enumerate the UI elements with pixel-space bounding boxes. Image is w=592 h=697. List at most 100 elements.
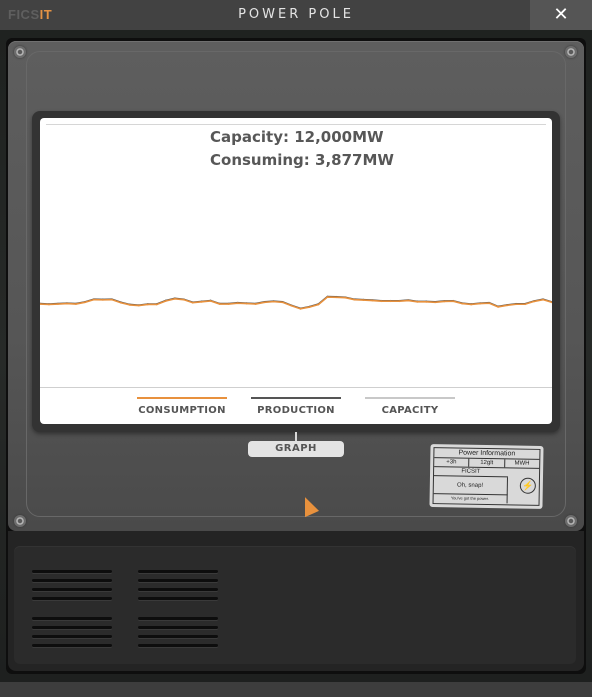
data-point-consumption xyxy=(380,300,383,303)
screw-icon xyxy=(565,515,577,527)
data-point-consumption xyxy=(344,296,347,299)
data-point-consumption xyxy=(164,300,167,302)
data-point-consumption xyxy=(281,301,284,304)
lightning-bolt-icon: ⚡ xyxy=(519,477,536,494)
data-point-consumption xyxy=(236,302,239,305)
screw-icon xyxy=(14,46,26,58)
data-point-consumption xyxy=(119,301,122,304)
data-point-consumption xyxy=(155,303,158,306)
legend-consumption[interactable]: CONSUMPTION xyxy=(137,397,227,416)
data-point-consumption xyxy=(515,303,517,306)
vent-slot xyxy=(138,579,218,582)
info-brand: FICSIT xyxy=(461,468,481,475)
data-point-consumption xyxy=(488,302,491,305)
vent-slot xyxy=(32,626,112,629)
vent-slot xyxy=(138,635,218,638)
data-point-consumption xyxy=(290,304,293,307)
vent-slot xyxy=(138,570,218,573)
legend-production[interactable]: PRODUCTION xyxy=(251,397,341,416)
info-cell: +3h xyxy=(434,458,470,467)
window-title: POWER POLE xyxy=(238,7,354,22)
data-point-consumption xyxy=(533,300,535,303)
data-point-consumption xyxy=(425,300,428,303)
data-point-consumption xyxy=(299,307,302,310)
vent-slot xyxy=(138,644,218,647)
data-point-consumption xyxy=(371,299,374,302)
power-stats: Capacity: 12,000MW Consuming: 3,877MW xyxy=(210,126,394,172)
vent-slot xyxy=(138,617,218,620)
legend-label: CAPACITY xyxy=(381,405,439,416)
legend-label: PRODUCTION xyxy=(257,405,335,416)
data-point-consumption xyxy=(254,303,257,305)
data-point-consumption xyxy=(272,300,275,303)
data-point-consumption xyxy=(398,300,401,303)
data-point-consumption xyxy=(524,303,526,306)
data-point-consumption xyxy=(317,303,320,306)
data-point-consumption xyxy=(434,301,437,304)
data-point-consumption xyxy=(353,298,356,301)
vent-slot xyxy=(32,644,112,647)
data-point-consumption xyxy=(407,299,410,302)
graph-tab-button[interactable]: GRAPH xyxy=(248,441,344,457)
data-point-consumption xyxy=(227,303,230,305)
data-point-consumption xyxy=(137,304,140,307)
legend-separator xyxy=(40,387,552,388)
mouse-cursor-icon xyxy=(305,497,319,521)
vent-slot xyxy=(32,597,112,600)
info-footer: You've got the power. xyxy=(433,494,508,504)
bottom-strip xyxy=(0,682,592,697)
data-point-consumption xyxy=(263,301,266,304)
title-bar: FICSIT POWER POLE ✕ xyxy=(0,0,592,30)
data-point-consumption xyxy=(326,296,329,298)
vent-slot xyxy=(32,570,112,573)
vent-slot xyxy=(138,588,218,591)
legend-capacity[interactable]: CAPACITY xyxy=(365,397,455,416)
data-point-consumption xyxy=(542,298,544,301)
info-cell: 12glt xyxy=(469,458,505,468)
data-point-consumption xyxy=(416,300,419,303)
data-point-consumption xyxy=(101,298,104,301)
data-point-consumption xyxy=(362,299,365,302)
screw-icon xyxy=(565,46,577,58)
data-point-consumption xyxy=(443,300,446,303)
data-point-consumption xyxy=(308,306,311,308)
vent-slot xyxy=(32,588,112,591)
screw-icon xyxy=(14,515,26,527)
vent-slot xyxy=(32,617,112,620)
consuming-text: Consuming: 3,877MW xyxy=(210,151,394,169)
legend-label: CONSUMPTION xyxy=(138,405,226,416)
data-point-consumption xyxy=(209,300,212,302)
data-point-consumption xyxy=(470,303,473,306)
data-point-consumption xyxy=(57,303,59,305)
data-point-consumption xyxy=(128,304,131,306)
data-point-consumption xyxy=(173,297,176,300)
data-point-consumption xyxy=(218,303,221,305)
data-point-consumption xyxy=(389,300,392,303)
vent-slot xyxy=(32,579,112,582)
close-button[interactable]: ✕ xyxy=(530,0,592,30)
data-point-consumption xyxy=(335,296,338,299)
data-point-consumption xyxy=(245,302,248,305)
graph-tab-connector xyxy=(295,432,297,441)
data-point-consumption xyxy=(48,303,50,306)
legend-swatch-consumption xyxy=(137,397,227,399)
vent-slot xyxy=(138,626,218,629)
data-point-consumption xyxy=(84,301,86,304)
data-point-consumption xyxy=(497,305,500,308)
data-point-consumption xyxy=(479,302,482,305)
legend-swatch-capacity xyxy=(365,397,455,399)
legend-swatch-production xyxy=(251,397,341,399)
data-point-consumption xyxy=(182,298,185,301)
info-cell: MWH xyxy=(514,460,530,467)
data-point-consumption xyxy=(66,302,68,305)
capacity-text: Capacity: 12,000MW xyxy=(210,128,384,146)
data-point-consumption xyxy=(110,298,113,301)
power-information-label: Power Information +3h 12glt MWH FICSIT O… xyxy=(429,444,544,509)
data-point-consumption xyxy=(506,304,508,307)
close-icon: ✕ xyxy=(553,4,569,25)
data-point-consumption xyxy=(92,298,95,301)
data-point-consumption xyxy=(200,300,203,303)
vent-slot xyxy=(32,635,112,638)
data-point-consumption xyxy=(452,300,455,303)
power-graph-screen: Capacity: 12,000MW Consuming: 3,877MW CO… xyxy=(40,118,552,424)
